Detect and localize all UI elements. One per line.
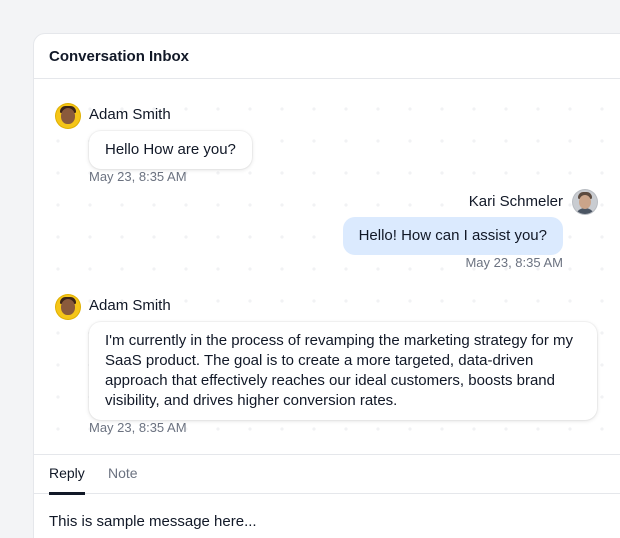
message-bubble: Hello How are you? (89, 131, 252, 169)
sender-name: Adam Smith (89, 106, 171, 123)
message-sender-row (56, 295, 80, 324)
inbox-header: Conversation Inbox (34, 34, 620, 79)
sender-name: Kari Schmeler (468, 193, 563, 210)
conversation-inbox-panel: Conversation Inbox Adam Smith Hello How … (33, 33, 620, 538)
message-bubble: Hello! How can I assist you? (342, 217, 563, 255)
inbox-title: Conversation Inbox (49, 47, 190, 65)
message-list[interactable]: Adam Smith Hello How are you? May 23, 8:… (34, 79, 620, 454)
adam-smith-avatar[interactable] (56, 104, 80, 128)
tab-note[interactable]: Note (108, 455, 138, 495)
message-timestamp: May 23, 8:35 AM (89, 169, 187, 184)
message-timestamp: May 23, 8:35 AM (465, 255, 563, 270)
tab-reply[interactable]: Reply (49, 455, 85, 495)
message-composer[interactable]: This is sample message here... (34, 495, 620, 538)
message-input[interactable]: This is sample message here... (49, 513, 257, 530)
message-bubble: I'm currently in the process of revampin… (89, 322, 597, 420)
composer-tabs: Reply Note (34, 454, 620, 495)
message-timestamp: May 23, 8:35 AM (89, 420, 187, 435)
adam-smith-avatar[interactable] (56, 295, 80, 319)
message-sender-row (56, 104, 80, 133)
kari-schmeler-avatar[interactable] (573, 190, 597, 214)
message-sender-row (573, 190, 597, 219)
sender-name: Adam Smith (89, 297, 171, 314)
